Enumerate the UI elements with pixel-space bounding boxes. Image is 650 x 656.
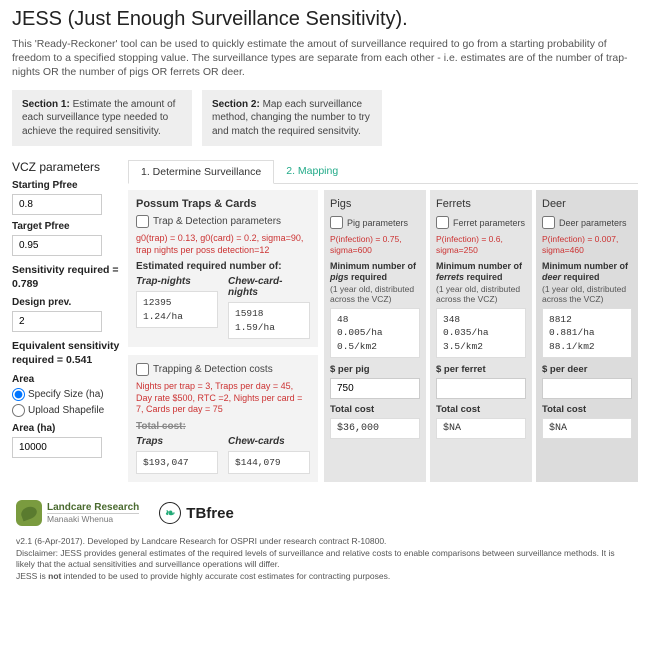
landcare-logo: Landcare Research Manaaki Whenua xyxy=(16,500,139,526)
design-prev-input[interactable] xyxy=(12,311,102,332)
costs-panel: Trapping & Detection costs Nights per tr… xyxy=(128,355,318,482)
ferrets-per-input[interactable] xyxy=(436,378,526,399)
leaf-icon xyxy=(16,500,42,526)
sections-row: Section 1: Estimate the amount of each s… xyxy=(12,90,638,147)
ferrets-total-label: Total cost xyxy=(436,404,526,415)
trap-nights-val: 12395 1.24/ha xyxy=(136,291,218,328)
starting-pfree-label: Starting Pfree xyxy=(12,180,120,191)
sensitivity-calc: Sensitivity required = 0.789 xyxy=(12,264,120,291)
costs-check[interactable]: Trapping & Detection costs xyxy=(136,363,310,376)
ferrets-val: 348 0.035/ha 3.5/km2 xyxy=(436,308,526,358)
pigs-total: $36,000 xyxy=(330,418,420,439)
tbfree-logo: ❧ TBfree xyxy=(159,502,234,524)
possum-title: Possum Traps & Cards xyxy=(136,198,310,210)
tab-determine[interactable]: 1. Determine Surveillance xyxy=(128,160,274,184)
possum-params-red: g0(trap) = 0.13, g0(card) = 0.2, sigma=9… xyxy=(136,233,310,256)
page-title: JESS (Just Enough Surveillance Sensitivi… xyxy=(12,8,638,31)
deer-per-input[interactable] xyxy=(542,378,632,399)
ferrets-title: Ferrets xyxy=(436,198,526,210)
chew-card-val: 15918 1.59/ha xyxy=(228,302,310,339)
deer-red: P(infection) = 0.007, sigma=460 xyxy=(542,234,632,256)
disclaimer: v2.1 (6-Apr-2017). Developed by Landcare… xyxy=(16,536,634,582)
deer-min-label: Minimum number of deer required xyxy=(542,261,632,284)
costs-total-label: Total cost: xyxy=(136,421,310,432)
deer-total: $NA xyxy=(542,418,632,439)
pigs-val: 48 0.005/ha 0.5/km2 xyxy=(330,308,420,358)
pigs-col: Pigs Pig parameters P(infection) = 0.75,… xyxy=(324,190,426,482)
deer-val: 8812 0.881/ha 88.1/km2 xyxy=(542,308,632,358)
traps-cost-val: $193,047 xyxy=(136,451,218,474)
pigs-title: Pigs xyxy=(330,198,420,210)
deer-col: Deer Deer parameters P(infection) = 0.00… xyxy=(536,190,638,482)
ferrets-min-label: Minimum number of ferrets required xyxy=(436,261,526,284)
possum-params-check[interactable]: Trap & Detection parameters xyxy=(136,215,310,228)
area-radio-specify[interactable]: Specify Size (ha) xyxy=(12,388,120,401)
traps-cost-hdr: Traps xyxy=(136,436,218,447)
tab-mapping[interactable]: 2. Mapping xyxy=(274,160,350,183)
pigs-per-label: $ per pig xyxy=(330,364,420,375)
equiv-sensitivity-calc: Equivalent sensitivity required = 0.541 xyxy=(12,340,120,367)
pigs-check[interactable]: Pig parameters xyxy=(330,216,420,229)
pigs-total-label: Total cost xyxy=(330,404,420,415)
tabs: 1. Determine Surveillance 2. Mapping xyxy=(128,160,638,184)
costs-params-red: Nights per trap = 3, Traps per day = 45,… xyxy=(136,381,310,416)
area-radio-shapefile[interactable]: Upload Shapefile xyxy=(12,404,120,417)
ferrets-total: $NA xyxy=(436,418,526,439)
possum-panel: Possum Traps & Cards Trap & Detection pa… xyxy=(128,190,318,347)
deer-total-label: Total cost xyxy=(542,404,632,415)
chew-card-hdr: Chew-card-nights xyxy=(228,276,310,298)
ferrets-min-note: (1 year old, distributed across the VCZ) xyxy=(436,284,526,304)
ferrets-check[interactable]: Ferret parameters xyxy=(436,216,526,229)
design-prev-label: Design prev. xyxy=(12,297,120,308)
area-ha-input[interactable] xyxy=(12,437,102,458)
pigs-per-input[interactable] xyxy=(330,378,420,399)
fern-icon: ❧ xyxy=(159,502,181,524)
area-ha-label: Area (ha) xyxy=(12,423,120,434)
deer-min-note: (1 year old, distributed across the VCZ) xyxy=(542,284,632,304)
vcz-heading: VCZ parameters xyxy=(12,160,120,174)
deer-title: Deer xyxy=(542,198,632,210)
target-pfree-input[interactable] xyxy=(12,235,102,256)
pigs-red: P(infection) = 0.75, sigma=600 xyxy=(330,234,420,256)
section1-box: Section 1: Estimate the amount of each s… xyxy=(12,90,192,147)
intro-text: This 'Ready-Reckoner' tool can be used t… xyxy=(12,37,638,80)
cards-cost-hdr: Chew-cards xyxy=(228,436,310,447)
possum-est-label: Estimated required number of: xyxy=(136,261,310,272)
cards-cost-val: $144,079 xyxy=(228,451,310,474)
ferrets-red: P(infection) = 0.6, sigma=250 xyxy=(436,234,526,256)
deer-check[interactable]: Deer parameters xyxy=(542,216,632,229)
section2-box: Section 2: Map each surveillance method,… xyxy=(202,90,382,147)
ferrets-per-label: $ per ferret xyxy=(436,364,526,375)
trap-nights-hdr: Trap-nights xyxy=(136,276,218,287)
vcz-sidebar: VCZ parameters Starting Pfree Target Pfr… xyxy=(12,160,120,482)
target-pfree-label: Target Pfree xyxy=(12,221,120,232)
starting-pfree-input[interactable] xyxy=(12,194,102,215)
pigs-min-note: (1 year old, distributed across the VCZ) xyxy=(330,284,420,304)
footer: Landcare Research Manaaki Whenua ❧ TBfre… xyxy=(12,500,638,582)
pigs-min-label: Minimum number of pigs required xyxy=(330,261,420,284)
ferrets-col: Ferrets Ferret parameters P(infection) =… xyxy=(430,190,532,482)
area-label: Area xyxy=(12,374,120,385)
deer-per-label: $ per deer xyxy=(542,364,632,375)
